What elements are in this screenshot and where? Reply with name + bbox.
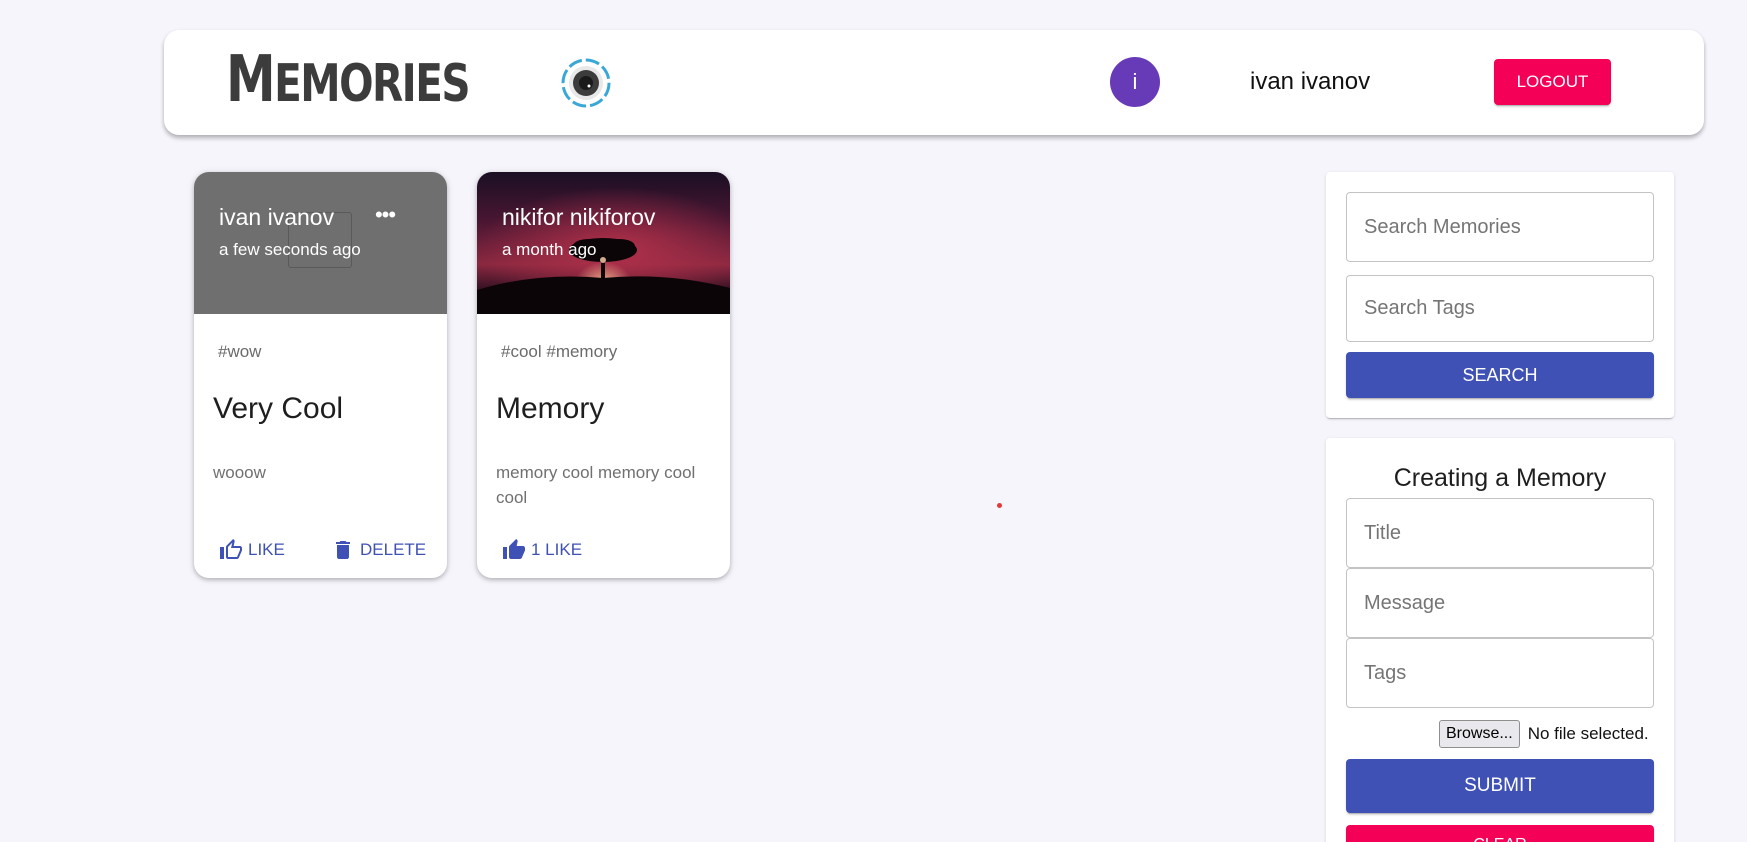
post-time: a few seconds ago [219,240,361,259]
search-tags-input[interactable] [1346,275,1654,342]
clear-button[interactable]: CLEAR [1346,825,1654,842]
like-label: 1 LIKE [531,540,583,559]
tags-field[interactable] [1346,638,1654,708]
username: ivan ivanov [1250,68,1371,95]
form-heading: Creating a Memory [1393,464,1607,492]
app-bar: MEMORIES i ivan ivanov LOGOUT [164,30,1704,135]
post-card[interactable]: ivan ivanov a few seconds ago ••• #wow V… [194,172,447,578]
file-input: Browse... No file selected. [1439,720,1649,748]
thumb-up-icon [503,539,525,559]
post-creator: ivan ivanov [219,204,335,230]
like-button[interactable]: 1 LIKE [502,538,582,562]
browse-button[interactable]: Browse... [1439,720,1520,748]
delete-label: DELETE [360,540,427,559]
avatar[interactable]: i [1110,57,1160,107]
file-status: No file selected. [1527,724,1649,743]
camera-lens-icon [561,58,611,108]
brand[interactable]: MEMORIES [226,48,611,114]
post-title: Very Cool [213,392,344,425]
brand-title[interactable]: MEMORIES [226,48,471,114]
title-field[interactable] [1346,498,1654,568]
cursor-dot [997,503,1002,508]
like-label: LIKE [248,540,285,559]
memory-form: Creating a Memory Browse... No file sele… [1326,438,1674,842]
post-tags: #cool #memory [501,342,618,361]
post-time: a month ago [502,240,597,259]
search-button[interactable]: SEARCH [1346,352,1654,398]
post-tags: #wow [218,342,262,361]
search-panel: SEARCH [1326,172,1674,418]
submit-button[interactable]: SUBMIT [1346,759,1654,813]
message-field[interactable] [1346,568,1654,638]
post-creator: nikifor nikiforov [502,204,656,230]
more-horiz-icon[interactable]: ••• [370,202,400,227]
delete-icon [336,541,350,559]
post-card[interactable]: nikifor nikiforov a month ago #cool #mem… [477,172,730,578]
logout-button[interactable]: LOGOUT [1494,59,1611,105]
post-title: Memory [496,392,605,425]
thumb-up-outline-icon [220,539,242,559]
search-memories-input[interactable] [1346,192,1654,262]
delete-button[interactable]: DELETE [331,538,426,562]
post-message: wooow [213,463,266,482]
like-button[interactable]: LIKE [219,538,285,562]
post-message: memory cool memory cool cool [496,463,696,507]
